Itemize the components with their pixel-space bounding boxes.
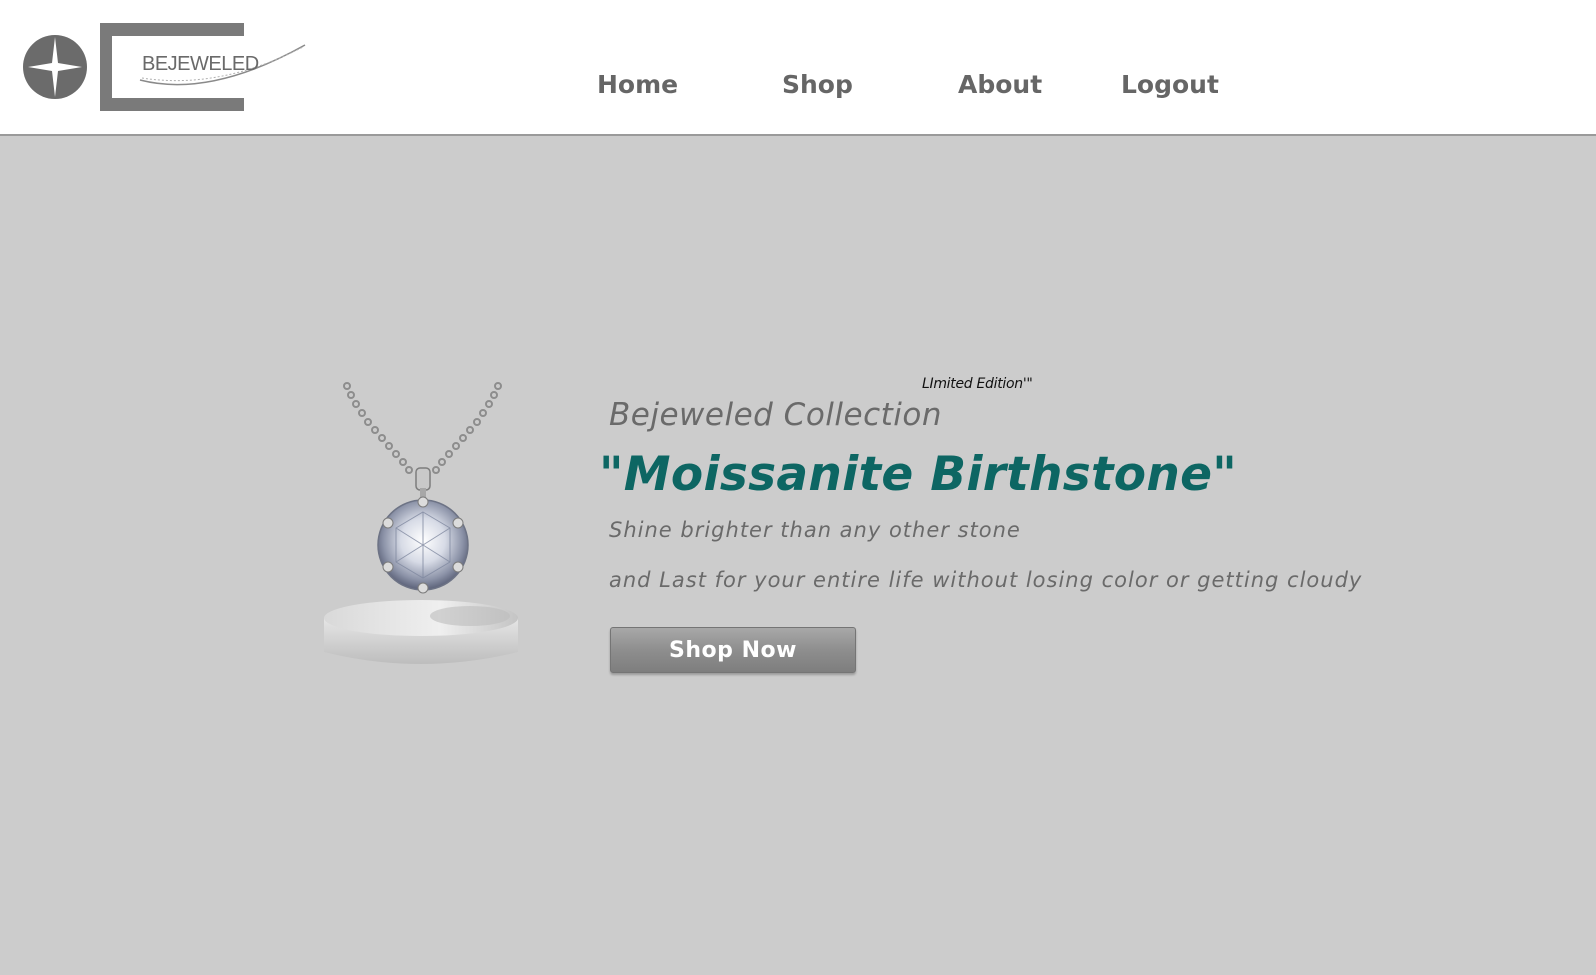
tagline-line-2: and Last for your entire life without lo… xyxy=(609,568,1363,592)
necklace-pendant-image xyxy=(324,382,518,664)
limited-edition-badge: LImited Edition'" xyxy=(922,376,1033,392)
nav-shop-link[interactable]: Shop xyxy=(782,70,853,99)
nav-about-link[interactable]: About xyxy=(958,70,1042,99)
nav-logout-link[interactable]: Logout xyxy=(1121,70,1219,99)
shop-now-button[interactable]: Shop Now xyxy=(610,627,856,673)
bejeweled-logo[interactable]: BEJEWELED xyxy=(20,20,310,115)
site-header: BEJEWELED Home Shop About Logout xyxy=(0,0,1596,136)
logo-text: BEJEWELED xyxy=(142,53,259,75)
collection-subtitle: Bejeweled Collection xyxy=(609,397,943,433)
product-title: "Moissanite Birthstone" xyxy=(599,447,1238,502)
tagline-line-1: Shine brighter than any other stone xyxy=(609,518,1021,542)
nav-home-link[interactable]: Home xyxy=(597,70,678,99)
hero-section xyxy=(0,136,1596,975)
